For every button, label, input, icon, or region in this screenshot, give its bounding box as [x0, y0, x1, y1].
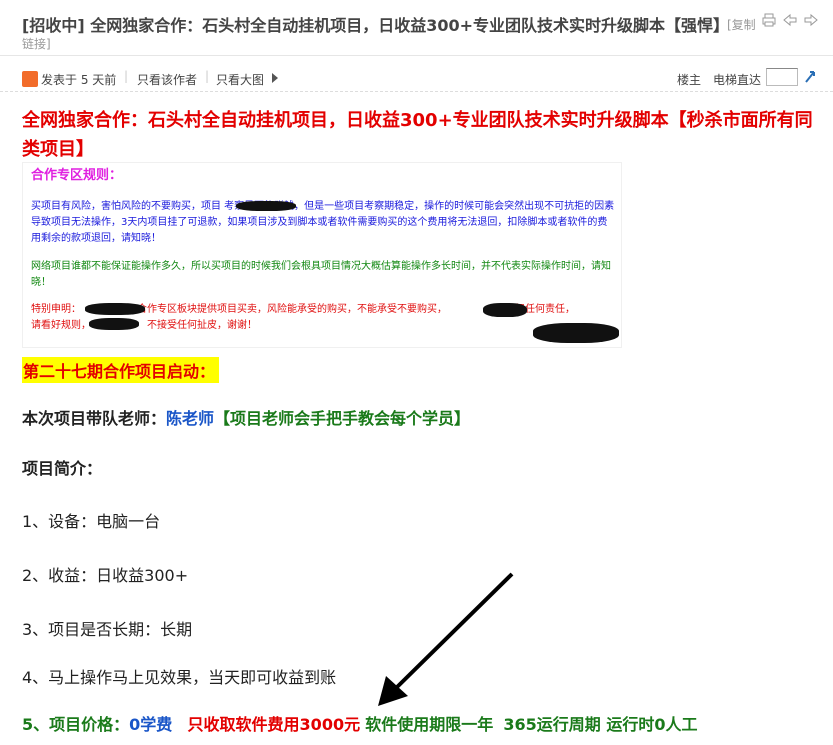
- floor-host-label: 楼主: [677, 73, 702, 87]
- intro-item-1: 1、设备：电脑一台: [22, 512, 161, 531]
- rules-p3e: 不接受任何扯皮，谢谢！: [147, 320, 257, 331]
- print-icon[interactable]: [762, 13, 776, 27]
- redaction-mark: [483, 303, 527, 317]
- next-icon[interactable]: [804, 13, 818, 27]
- redaction-mark: [533, 323, 619, 343]
- posted-time: 发表于 5 天前: [41, 73, 117, 87]
- author-only-link[interactable]: 只看该作者: [137, 71, 197, 88]
- prev-icon[interactable]: [783, 13, 797, 27]
- copy-link-button-cont[interactable]: 链接]: [22, 35, 51, 52]
- elevator-label: 电梯直达: [713, 73, 762, 87]
- rules-p3a: 特别申明：: [31, 304, 81, 315]
- rules-heading: 合作专区规则：: [31, 168, 123, 183]
- price-free: 0学费: [129, 715, 173, 734]
- copy-link-button[interactable]: [复制: [727, 16, 756, 33]
- annotation-arrow: [378, 572, 514, 706]
- redaction-mark: [85, 303, 145, 315]
- divider: |: [205, 69, 210, 83]
- user-avatar-icon: [22, 71, 38, 87]
- price-term: 软件使用期限一年: [365, 715, 494, 734]
- period-announcement: 第二十七期合作项目启动：: [22, 357, 220, 383]
- intro-heading: 项目简介：: [22, 459, 103, 478]
- price-fee: 只收取软件费用3000元: [187, 715, 361, 734]
- thread-header: [招收中] 全网独家合作：石头村全自动挂机项目，日收益300+专业团队技术实时升…: [0, 0, 833, 56]
- teacher-line: 本次项目带队老师：陈老师【项目老师会手把手教会每个学员】: [22, 405, 470, 429]
- go-icon[interactable]: [804, 68, 818, 88]
- big-image-only-link[interactable]: 只看大图: [216, 71, 264, 88]
- rules-p3b: 合作专区板块提供项目买卖，风险能承受的购买，不能承受不要购买，: [137, 304, 447, 315]
- thread-title: [招收中] 全网独家合作：石头村全自动挂机项目，日收益300+专业团队技术实时升…: [22, 12, 729, 36]
- teacher-name: 陈老师: [166, 409, 215, 428]
- divider: |: [124, 69, 129, 83]
- triangle-right-icon[interactable]: [272, 73, 278, 83]
- rules-paragraph-1: 买项目有风险，害怕风险的不要购买，项目 考察是否能赚钱，但是一些项目考察期稳定，…: [31, 201, 615, 244]
- post-content: 全网独家合作：石头村全自动挂机项目，日收益300+专业团队技术实时升级脚本【秒杀…: [22, 106, 817, 164]
- post-title: 全网独家合作：石头村全自动挂机项目，日收益300+专业团队技术实时升级脚本【秒杀…: [22, 110, 813, 160]
- redaction-mark: [89, 318, 139, 330]
- intro-item-3: 3、项目是否长期：长期: [22, 620, 193, 639]
- floor-input[interactable]: [766, 68, 798, 86]
- teacher-label: 本次项目带队老师：: [22, 409, 167, 428]
- price-line: 5、项目价格：0学费 只收取软件费用3000元 软件使用期限一年 365运行周期…: [22, 711, 697, 735]
- rules-p3d: 请看好规则，: [31, 320, 91, 331]
- rules-image: 合作专区规则： 买项目有风险，害怕风险的不要购买，项目 考察是否能赚钱，但是一些…: [22, 162, 622, 348]
- post-meta-bar: 发表于 5 天前 | 只看该作者 | 只看大图 楼主 电梯直达: [0, 64, 833, 92]
- redaction-mark: [236, 201, 296, 211]
- header-icons: [762, 13, 818, 27]
- price-cycle: 365运行周期 运行时0人工: [503, 715, 698, 734]
- intro-item-2: 2、收益：日收益300+: [22, 566, 189, 585]
- rules-paragraph-2: 网络项目谁都不能保证能操作多久，所以买项目的时候我们会根具项目情况大概估算能操作…: [31, 261, 611, 288]
- intro-item-4: 4、马上操作马上见效果，当天即可收益到账: [22, 668, 337, 687]
- thread-tag[interactable]: [招收中]: [22, 16, 85, 35]
- teacher-note: 【项目老师会手把手教会每个学员】: [214, 409, 471, 428]
- thread-title-text: 全网独家合作：石头村全自动挂机项目，日收益300+专业团队技术实时升级脚本【强悍…: [90, 16, 730, 35]
- price-label: 5、项目价格：: [22, 715, 130, 734]
